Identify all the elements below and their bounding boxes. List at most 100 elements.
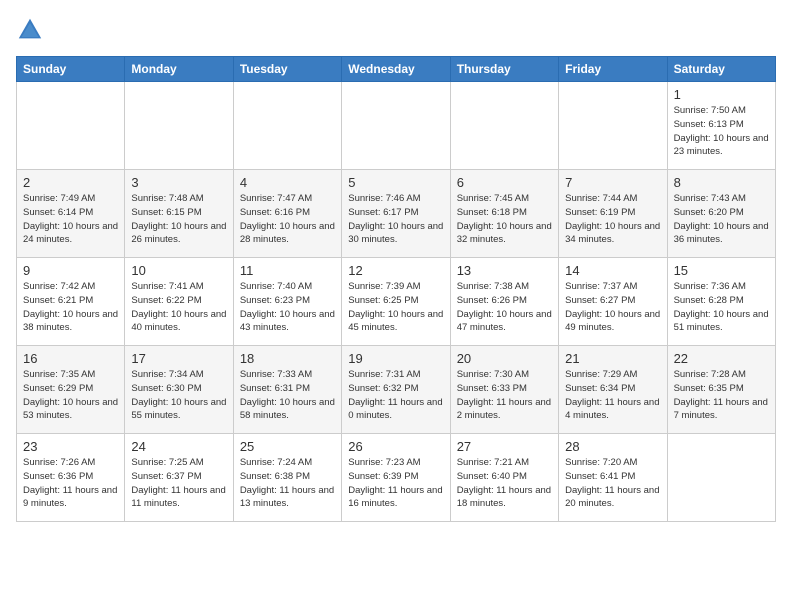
day-number: 24 bbox=[131, 439, 226, 454]
day-cell: 19 Sunrise: 7:31 AM Sunset: 6:32 PM Dayli… bbox=[342, 346, 450, 434]
day-number: 10 bbox=[131, 263, 226, 278]
day-number: 17 bbox=[131, 351, 226, 366]
day-number: 25 bbox=[240, 439, 335, 454]
day-cell: 22 Sunrise: 7:28 AM Sunset: 6:35 PM Dayli… bbox=[667, 346, 775, 434]
day-info: Sunrise: 7:46 AM Sunset: 6:17 PM Dayligh… bbox=[348, 192, 443, 247]
day-info: Sunrise: 7:26 AM Sunset: 6:36 PM Dayligh… bbox=[23, 456, 118, 511]
day-number: 13 bbox=[457, 263, 552, 278]
day-info: Sunrise: 7:49 AM Sunset: 6:14 PM Dayligh… bbox=[23, 192, 118, 247]
day-cell: 28 Sunrise: 7:20 AM Sunset: 6:41 PM Dayli… bbox=[559, 434, 667, 522]
day-info: Sunrise: 7:35 AM Sunset: 6:29 PM Dayligh… bbox=[23, 368, 118, 423]
day-cell: 8 Sunrise: 7:43 AM Sunset: 6:20 PM Daylig… bbox=[667, 170, 775, 258]
col-header-friday: Friday bbox=[559, 57, 667, 82]
day-cell: 21 Sunrise: 7:29 AM Sunset: 6:34 PM Dayli… bbox=[559, 346, 667, 434]
day-cell: 17 Sunrise: 7:34 AM Sunset: 6:30 PM Dayli… bbox=[125, 346, 233, 434]
day-cell: 12 Sunrise: 7:39 AM Sunset: 6:25 PM Dayli… bbox=[342, 258, 450, 346]
day-number: 8 bbox=[674, 175, 769, 190]
day-info: Sunrise: 7:50 AM Sunset: 6:13 PM Dayligh… bbox=[674, 104, 769, 159]
calendar-table: SundayMondayTuesdayWednesdayThursdayFrid… bbox=[16, 56, 776, 522]
week-row-2: 2 Sunrise: 7:49 AM Sunset: 6:14 PM Daylig… bbox=[17, 170, 776, 258]
day-info: Sunrise: 7:42 AM Sunset: 6:21 PM Dayligh… bbox=[23, 280, 118, 335]
day-info: Sunrise: 7:30 AM Sunset: 6:33 PM Dayligh… bbox=[457, 368, 552, 423]
week-row-4: 16 Sunrise: 7:35 AM Sunset: 6:29 PM Dayli… bbox=[17, 346, 776, 434]
day-number: 18 bbox=[240, 351, 335, 366]
day-cell bbox=[559, 82, 667, 170]
day-cell: 9 Sunrise: 7:42 AM Sunset: 6:21 PM Daylig… bbox=[17, 258, 125, 346]
day-cell: 25 Sunrise: 7:24 AM Sunset: 6:38 PM Dayli… bbox=[233, 434, 341, 522]
day-cell: 4 Sunrise: 7:47 AM Sunset: 6:16 PM Daylig… bbox=[233, 170, 341, 258]
day-cell: 18 Sunrise: 7:33 AM Sunset: 6:31 PM Dayli… bbox=[233, 346, 341, 434]
day-number: 20 bbox=[457, 351, 552, 366]
day-info: Sunrise: 7:47 AM Sunset: 6:16 PM Dayligh… bbox=[240, 192, 335, 247]
day-info: Sunrise: 7:28 AM Sunset: 6:35 PM Dayligh… bbox=[674, 368, 769, 423]
day-cell bbox=[125, 82, 233, 170]
day-info: Sunrise: 7:45 AM Sunset: 6:18 PM Dayligh… bbox=[457, 192, 552, 247]
day-number: 2 bbox=[23, 175, 118, 190]
day-cell: 7Sunrise: 7:44 AM Sunset: 6:19 PM Daylig… bbox=[559, 170, 667, 258]
day-info: Sunrise: 7:33 AM Sunset: 6:31 PM Dayligh… bbox=[240, 368, 335, 423]
day-info: Sunrise: 7:25 AM Sunset: 6:37 PM Dayligh… bbox=[131, 456, 226, 511]
day-info: Sunrise: 7:37 AM Sunset: 6:27 PM Dayligh… bbox=[565, 280, 660, 335]
day-number: 14 bbox=[565, 263, 660, 278]
day-info: Sunrise: 7:20 AM Sunset: 6:41 PM Dayligh… bbox=[565, 456, 660, 511]
day-number: 16 bbox=[23, 351, 118, 366]
day-number: 22 bbox=[674, 351, 769, 366]
day-cell: 24 Sunrise: 7:25 AM Sunset: 6:37 PM Dayli… bbox=[125, 434, 233, 522]
col-header-wednesday: Wednesday bbox=[342, 57, 450, 82]
day-cell bbox=[17, 82, 125, 170]
day-number: 26 bbox=[348, 439, 443, 454]
col-header-thursday: Thursday bbox=[450, 57, 558, 82]
page-header bbox=[16, 16, 776, 44]
day-cell: 5Sunrise: 7:46 AM Sunset: 6:17 PM Daylig… bbox=[342, 170, 450, 258]
day-number: 3 bbox=[131, 175, 226, 190]
day-cell bbox=[342, 82, 450, 170]
day-cell: 20 Sunrise: 7:30 AM Sunset: 6:33 PM Dayli… bbox=[450, 346, 558, 434]
logo-icon bbox=[16, 16, 44, 44]
day-number: 19 bbox=[348, 351, 443, 366]
day-cell: 16 Sunrise: 7:35 AM Sunset: 6:29 PM Dayli… bbox=[17, 346, 125, 434]
day-info: Sunrise: 7:24 AM Sunset: 6:38 PM Dayligh… bbox=[240, 456, 335, 511]
day-info: Sunrise: 7:31 AM Sunset: 6:32 PM Dayligh… bbox=[348, 368, 443, 423]
day-cell: 10 Sunrise: 7:41 AM Sunset: 6:22 PM Dayli… bbox=[125, 258, 233, 346]
day-info: Sunrise: 7:38 AM Sunset: 6:26 PM Dayligh… bbox=[457, 280, 552, 335]
day-info: Sunrise: 7:40 AM Sunset: 6:23 PM Dayligh… bbox=[240, 280, 335, 335]
day-number: 7 bbox=[565, 175, 660, 190]
day-cell: 15Sunrise: 7:36 AM Sunset: 6:28 PM Dayli… bbox=[667, 258, 775, 346]
day-info: Sunrise: 7:29 AM Sunset: 6:34 PM Dayligh… bbox=[565, 368, 660, 423]
week-row-5: 23 Sunrise: 7:26 AM Sunset: 6:36 PM Dayli… bbox=[17, 434, 776, 522]
day-cell: 13 Sunrise: 7:38 AM Sunset: 6:26 PM Dayli… bbox=[450, 258, 558, 346]
logo bbox=[16, 16, 48, 44]
day-cell bbox=[450, 82, 558, 170]
day-cell bbox=[233, 82, 341, 170]
week-row-1: 1 Sunrise: 7:50 AM Sunset: 6:13 PM Daylig… bbox=[17, 82, 776, 170]
day-number: 6 bbox=[457, 175, 552, 190]
header-row: SundayMondayTuesdayWednesdayThursdayFrid… bbox=[17, 57, 776, 82]
day-cell: 2 Sunrise: 7:49 AM Sunset: 6:14 PM Daylig… bbox=[17, 170, 125, 258]
day-number: 9 bbox=[23, 263, 118, 278]
day-info: Sunrise: 7:39 AM Sunset: 6:25 PM Dayligh… bbox=[348, 280, 443, 335]
day-number: 27 bbox=[457, 439, 552, 454]
col-header-saturday: Saturday bbox=[667, 57, 775, 82]
day-cell: 1 Sunrise: 7:50 AM Sunset: 6:13 PM Daylig… bbox=[667, 82, 775, 170]
day-cell: 14 Sunrise: 7:37 AM Sunset: 6:27 PM Dayli… bbox=[559, 258, 667, 346]
col-header-monday: Monday bbox=[125, 57, 233, 82]
day-cell: 3 Sunrise: 7:48 AM Sunset: 6:15 PM Daylig… bbox=[125, 170, 233, 258]
day-cell: 11Sunrise: 7:40 AM Sunset: 6:23 PM Dayli… bbox=[233, 258, 341, 346]
day-number: 1 bbox=[674, 87, 769, 102]
day-number: 21 bbox=[565, 351, 660, 366]
week-row-3: 9 Sunrise: 7:42 AM Sunset: 6:21 PM Daylig… bbox=[17, 258, 776, 346]
day-info: Sunrise: 7:41 AM Sunset: 6:22 PM Dayligh… bbox=[131, 280, 226, 335]
col-header-sunday: Sunday bbox=[17, 57, 125, 82]
day-info: Sunrise: 7:48 AM Sunset: 6:15 PM Dayligh… bbox=[131, 192, 226, 247]
day-number: 4 bbox=[240, 175, 335, 190]
day-info: Sunrise: 7:43 AM Sunset: 6:20 PM Dayligh… bbox=[674, 192, 769, 247]
day-cell: 26Sunrise: 7:23 AM Sunset: 6:39 PM Dayli… bbox=[342, 434, 450, 522]
day-cell: 27Sunrise: 7:21 AM Sunset: 6:40 PM Dayli… bbox=[450, 434, 558, 522]
day-cell: 23 Sunrise: 7:26 AM Sunset: 6:36 PM Dayli… bbox=[17, 434, 125, 522]
day-number: 12 bbox=[348, 263, 443, 278]
day-number: 23 bbox=[23, 439, 118, 454]
day-cell: 6 Sunrise: 7:45 AM Sunset: 6:18 PM Daylig… bbox=[450, 170, 558, 258]
col-header-tuesday: Tuesday bbox=[233, 57, 341, 82]
day-info: Sunrise: 7:34 AM Sunset: 6:30 PM Dayligh… bbox=[131, 368, 226, 423]
day-number: 28 bbox=[565, 439, 660, 454]
